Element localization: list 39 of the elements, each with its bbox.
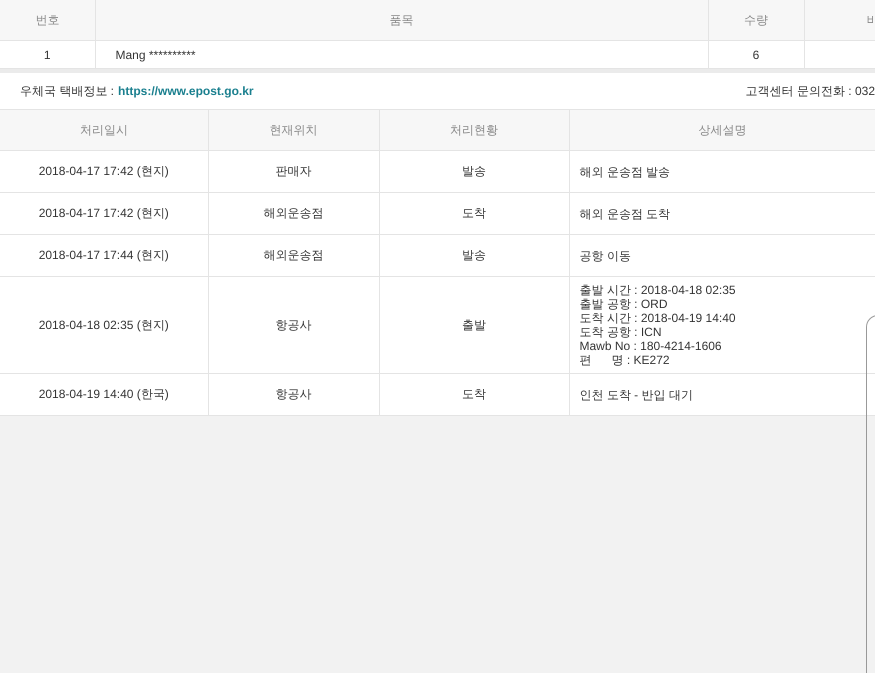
column-header: 처리현황 [450,122,498,136]
detail-line: 도착 공항 : ICN [580,325,663,339]
table-cell: 2018-04-17 17:42 (현지) [38,206,169,220]
table-cell: 2018-04-17 17:44 (현지) [38,248,169,262]
table-cell: 2018-04-18 02:35 (현지) [38,318,169,332]
table-cell: 발송 [462,248,486,262]
table-cell: 도착 [462,206,486,220]
info-label: 우체국 택배정보 : [20,82,114,100]
table-cell: 도착 [462,387,486,401]
table-cell: 6 [752,48,760,62]
detail-line: 인천 도착 - 반입 대기 [580,388,694,402]
detail-line: 편 명 : KE272 [580,353,671,367]
column-header: 비 [804,0,875,40]
table-cell: Mang ********** [116,48,196,62]
table-cell: 출발 [462,318,486,332]
column-header: 수량 [708,0,804,40]
table-cell: 1 [44,48,51,62]
table-cell: 해외운송점 [264,248,324,262]
detail-line: 해외 운송점 도착 [580,206,672,220]
table-cell: 2018-04-19 14:40 (한국) [38,387,169,401]
website-link[interactable]: https://www.epost.go.kr [118,84,254,98]
column-header: 상세설명 [698,122,746,136]
table-cell: 항공사 [276,318,312,332]
detail-line: 출발 시간 : 2018-04-18 02:35 [580,283,737,297]
column-header: 번호 [0,0,95,40]
detail-line: Mawb No : 180-4214-1606 [580,339,723,353]
detail-line: 해외 운송점 발송 [580,164,672,178]
table-cell: 발송 [462,164,486,178]
table-cell: 판매자 [276,164,312,178]
contact-phone-label: 고객센터 문의전화 : 032 [746,82,875,100]
table-cell: 항공사 [276,387,312,401]
column-header: 현재위치 [270,122,318,136]
table-cell: 2018-04-17 17:42 (현지) [38,164,169,178]
column-header: 처리일시 [80,122,128,136]
column-header: 품목 [95,0,708,40]
table-cell: 해외운송점 [264,206,324,220]
detail-line: 도착 시간 : 2018-04-19 14:40 [580,311,737,325]
detail-line: 출발 공항 : ORD [580,297,669,311]
detail-line: 공항 이동 [580,248,632,262]
